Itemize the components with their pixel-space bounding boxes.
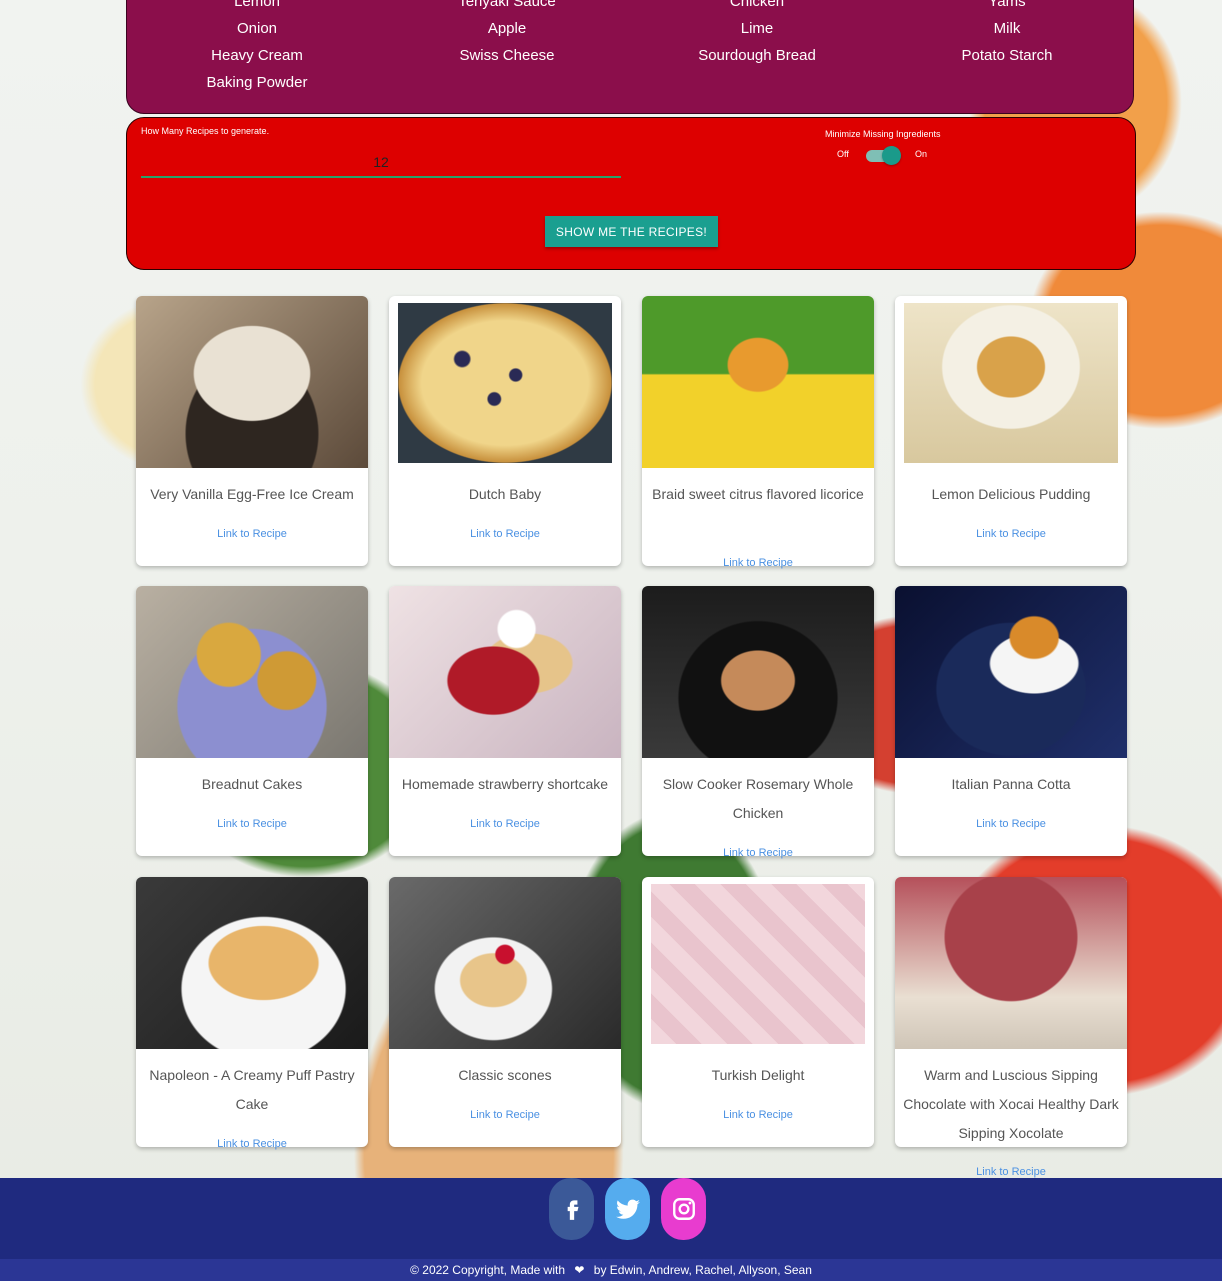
- recipe-card: Lemon Delicious Pudding Link to Recipe: [895, 296, 1127, 566]
- recipe-title: Breadnut Cakes: [201, 776, 303, 792]
- recipe-image[interactable]: [398, 303, 612, 463]
- recipe-card: Classic scones Link to Recipe: [389, 877, 621, 1147]
- recipe-title: Homemade strawberry shortcake: [401, 776, 609, 792]
- recipe-link[interactable]: Link to Recipe: [895, 1166, 1127, 1178]
- recipe-image[interactable]: [895, 877, 1127, 1049]
- recipe-image[interactable]: [642, 586, 874, 758]
- recipe-image[interactable]: [642, 296, 874, 468]
- recipe-count-input[interactable]: [141, 148, 621, 178]
- ingredient-item[interactable]: Apple: [382, 15, 632, 42]
- recipe-link[interactable]: Link to Recipe: [642, 1109, 874, 1121]
- recipe-card: Warm and Luscious Sipping Chocolate with…: [895, 877, 1127, 1178]
- copyright-bar: © 2022 Copyright, Made with ❤ by Edwin, …: [0, 1259, 1222, 1281]
- recipe-link[interactable]: Link to Recipe: [895, 528, 1127, 540]
- recipe-link[interactable]: Link to Recipe: [389, 818, 621, 830]
- recipe-link[interactable]: Link to Recipe: [389, 1109, 621, 1121]
- recipe-card: Turkish Delight Link to Recipe: [642, 877, 874, 1147]
- recipe-image[interactable]: [651, 884, 865, 1044]
- ingredient-item[interactable]: Yams: [882, 0, 1132, 15]
- recipe-link[interactable]: Link to Recipe: [136, 1138, 368, 1150]
- recipe-card: Napoleon - A Creamy Puff Pastry Cake Lin…: [136, 877, 368, 1150]
- controls-panel: How Many Recipes to generate. Minimize M…: [126, 117, 1136, 270]
- recipe-image[interactable]: [389, 586, 621, 758]
- recipe-card: Homemade strawberry shortcake Link to Re…: [389, 586, 621, 856]
- recipe-image[interactable]: [389, 877, 621, 1049]
- recipe-card: Breadnut Cakes Link to Recipe: [136, 586, 368, 856]
- recipe-title: Italian Panna Cotta: [951, 776, 1071, 792]
- ingredient-item[interactable]: Lime: [632, 15, 882, 42]
- recipe-link[interactable]: Link to Recipe: [389, 528, 621, 540]
- recipe-link[interactable]: Link to Recipe: [642, 847, 874, 859]
- ingredient-column-4: Yams Milk Potato Starch: [882, 0, 1132, 69]
- ingredient-column-3: Chicken Lime Sourdough Bread: [632, 0, 882, 69]
- ingredient-item[interactable]: Sourdough Bread: [632, 42, 882, 69]
- recipe-title: Braid sweet citrus flavored licorice: [652, 486, 864, 502]
- recipe-title: Classic scones: [458, 1067, 552, 1083]
- recipe-card: Dutch Baby Link to Recipe: [389, 296, 621, 566]
- ingredient-item[interactable]: Potato Starch: [882, 42, 1132, 69]
- ingredient-item[interactable]: Swiss Cheese: [382, 42, 632, 69]
- recipe-image[interactable]: [136, 877, 368, 1049]
- recipe-link[interactable]: Link to Recipe: [136, 818, 368, 830]
- minimize-missing-label: Minimize Missing Ingredients: [825, 129, 941, 139]
- ingredient-item[interactable]: Baking Powder: [132, 69, 382, 96]
- recipe-card: Braid sweet citrus flavored licorice Lin…: [642, 296, 874, 569]
- ingredient-item[interactable]: Heavy Cream: [132, 42, 382, 69]
- recipe-link[interactable]: Link to Recipe: [895, 818, 1127, 830]
- show-recipes-button[interactable]: SHOW ME THE RECIPES!: [545, 216, 718, 247]
- recipe-title: Warm and Luscious Sipping Chocolate with…: [903, 1067, 1119, 1141]
- recipe-link[interactable]: Link to Recipe: [642, 557, 874, 569]
- recipe-count-label: How Many Recipes to generate.: [141, 126, 270, 136]
- copyright-text: © 2022 Copyright, Made with: [410, 1263, 566, 1277]
- recipe-image[interactable]: [136, 586, 368, 758]
- recipe-card: Italian Panna Cotta Link to Recipe: [895, 586, 1127, 856]
- heart-icon: ❤: [574, 1263, 585, 1277]
- ingredient-item[interactable]: Lemon: [132, 0, 382, 15]
- ingredient-item[interactable]: Teriyaki Sauce: [382, 0, 632, 15]
- toggle-knob[interactable]: [882, 146, 901, 165]
- recipe-card: Slow Cooker Rosemary Whole Chicken Link …: [642, 586, 874, 859]
- recipe-title: Slow Cooker Rosemary Whole Chicken: [662, 776, 854, 821]
- instagram-icon[interactable]: [661, 1178, 706, 1240]
- recipe-link[interactable]: Link to Recipe: [136, 528, 368, 540]
- recipe-title: Napoleon - A Creamy Puff Pastry Cake: [149, 1067, 355, 1112]
- facebook-icon[interactable]: [549, 1178, 594, 1240]
- ingredient-item[interactable]: Milk: [882, 15, 1132, 42]
- recipe-image[interactable]: [895, 586, 1127, 758]
- recipe-title: Very Vanilla Egg-Free Ice Cream: [150, 486, 354, 502]
- authors-text: by Edwin, Andrew, Rachel, Allyson, Sean: [593, 1263, 812, 1277]
- ingredients-panel: Lemon Onion Heavy Cream Baking Powder Te…: [126, 0, 1134, 114]
- page: Lemon Onion Heavy Cream Baking Powder Te…: [0, 0, 1222, 1281]
- toggle-on-label: On: [915, 149, 928, 159]
- recipe-title: Dutch Baby: [468, 486, 542, 502]
- recipe-image[interactable]: [904, 303, 1118, 463]
- recipe-image[interactable]: [136, 296, 368, 468]
- ingredient-column-1: Lemon Onion Heavy Cream Baking Powder: [132, 0, 382, 96]
- recipe-title: Turkish Delight: [711, 1067, 805, 1083]
- ingredient-item[interactable]: Chicken: [632, 0, 882, 15]
- recipe-card: Very Vanilla Egg-Free Ice Cream Link to …: [136, 296, 368, 566]
- ingredient-item[interactable]: Onion: [132, 15, 382, 42]
- recipe-title: Lemon Delicious Pudding: [931, 486, 1091, 502]
- twitter-icon[interactable]: [605, 1178, 650, 1240]
- ingredient-column-2: Teriyaki Sauce Apple Swiss Cheese: [382, 0, 632, 69]
- toggle-off-label: Off: [837, 149, 849, 159]
